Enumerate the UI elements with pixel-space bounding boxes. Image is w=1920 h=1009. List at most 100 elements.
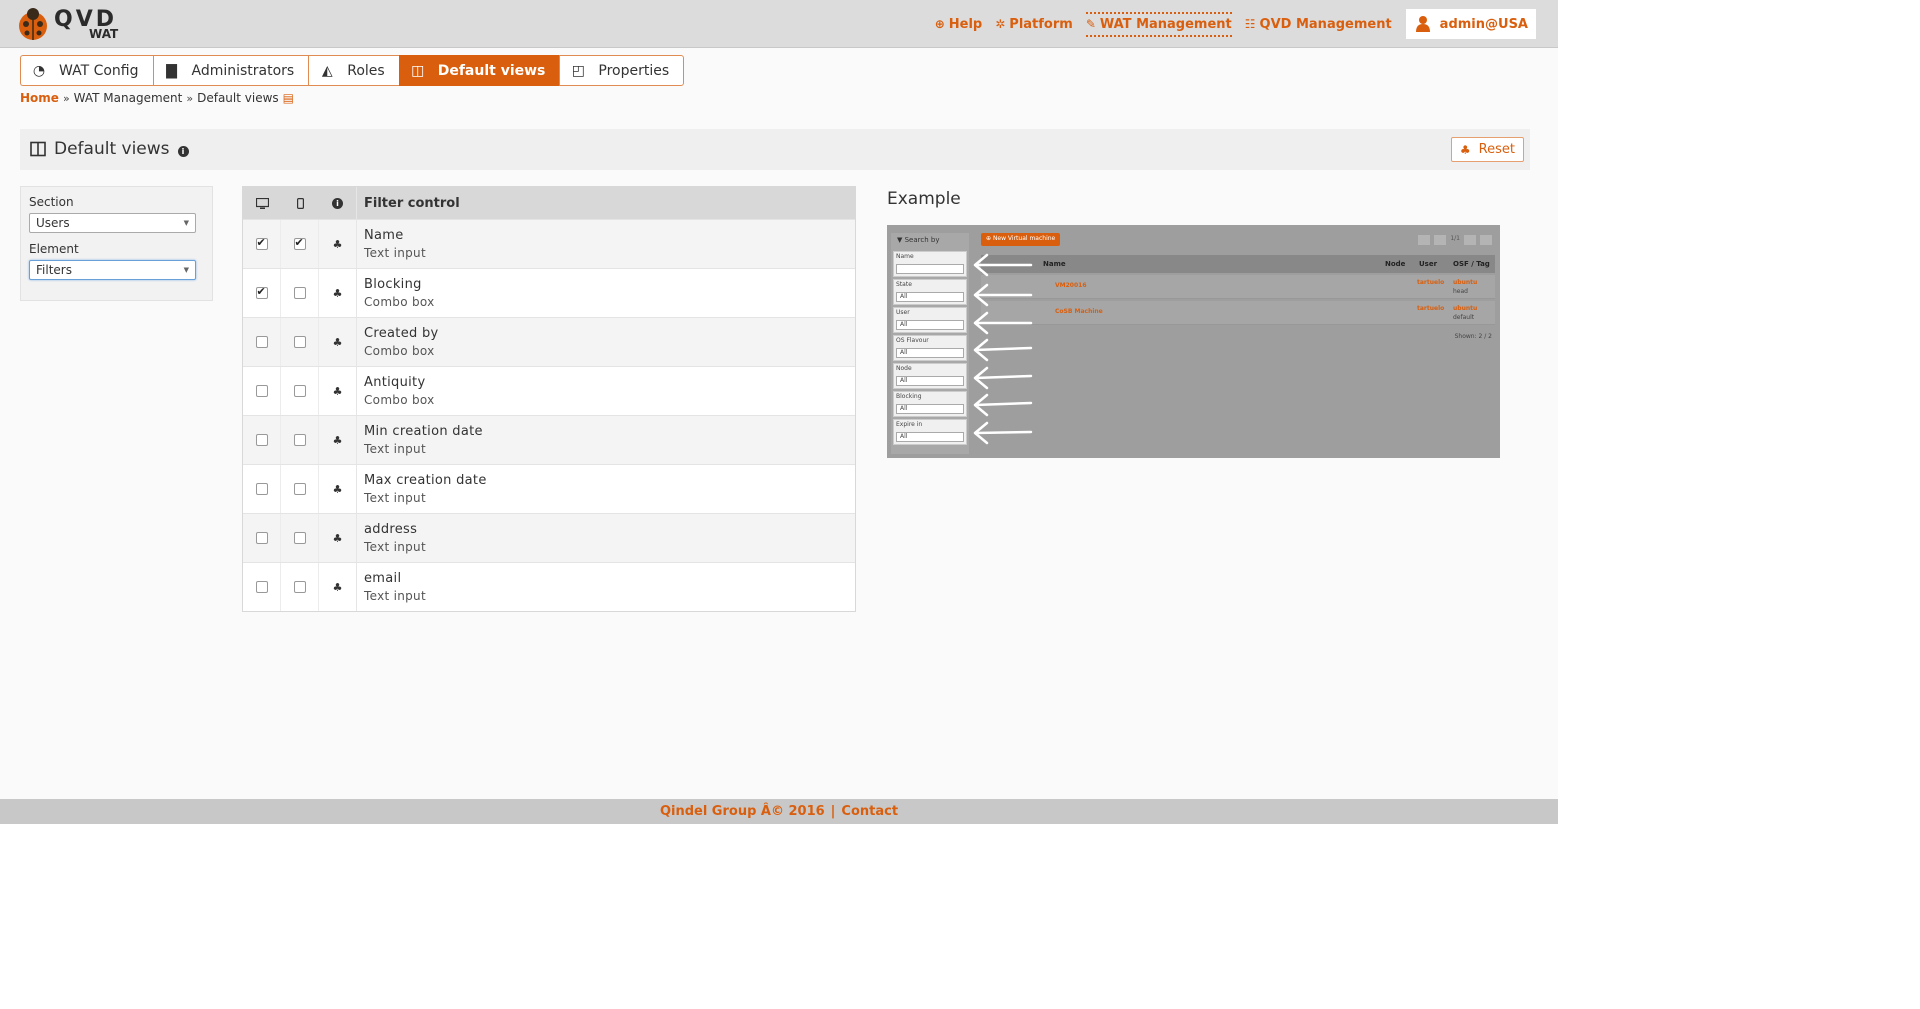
example-sidebar: ▼ Search by Name State All User All OS Flavou… (891, 233, 969, 454)
table-body: ♣ Name Text input ♣ Blocking Combo box ♣ Create… (243, 219, 855, 611)
example-arrows (973, 253, 1033, 445)
tab-properties[interactable]: ◰ Properties (559, 55, 685, 86)
desktop-checkbox[interactable] (255, 581, 268, 593)
mobile-checkbox[interactable] (293, 336, 306, 348)
mobile-cell (281, 465, 319, 513)
caret-down-icon: ▼ (183, 266, 189, 274)
filter-control-cell: Antiquity Combo box (357, 375, 855, 407)
mobile-checkbox[interactable] (293, 434, 306, 446)
example-search-by: ▼ Search by (897, 236, 940, 244)
tab-roles[interactable]: ◭ Roles (308, 55, 399, 86)
caret-down-icon: ▼ (183, 219, 189, 227)
tab-administrators[interactable]: ▇ Administrators (152, 55, 309, 86)
logo-subtext: WAT (89, 27, 119, 41)
mobile-checkbox[interactable] (293, 287, 306, 299)
table-header: i Filter control (243, 187, 855, 219)
table-row: ♣ Name Text input (243, 219, 855, 268)
reset-button[interactable]: ♣ Reset (1450, 137, 1524, 162)
info-cell: ♣ (319, 465, 357, 513)
wrench-icon: ✎ (1085, 17, 1096, 31)
sitemap-icon: ♣ (332, 482, 343, 496)
desktop-cell (243, 367, 281, 415)
desktop-checkbox[interactable] (255, 483, 268, 495)
example-pager-prev (1434, 235, 1447, 245)
nav-help[interactable]: ⊕ Help (935, 14, 983, 35)
book-icon[interactable]: ▤ (283, 91, 294, 105)
footer-contact-link[interactable]: Contact (841, 804, 898, 819)
tab-administrators-label: Administrators (191, 62, 295, 79)
desktop-cell (243, 269, 281, 317)
nav-platform[interactable]: ✲ Platform (995, 14, 1073, 35)
nav-wat-management[interactable]: ✎ WAT Management (1085, 11, 1232, 37)
example-search-by-label: Search by (904, 236, 940, 244)
desktop-checkbox[interactable] (255, 385, 268, 397)
filter-control-cell: address Text input (357, 522, 855, 554)
desktop-checkbox[interactable] (255, 236, 268, 250)
tab-roles-label: Roles (347, 62, 385, 79)
filter-name: address (364, 522, 418, 537)
example-field-label: State (896, 281, 912, 288)
example-col-user: User (1419, 260, 1438, 268)
tab-wat-config[interactable]: ◔ WAT Config (20, 55, 153, 86)
example-field-label: Blocking (896, 393, 922, 400)
filter-type: Combo box (364, 393, 435, 407)
filter-type: Text input (364, 540, 426, 554)
breadcrumb-section[interactable]: WAT Management (74, 91, 183, 105)
filter-control-cell: email Text input (357, 571, 855, 603)
example-field: Node All (893, 363, 967, 389)
example-row: VM20016 tartuelo ubuntu head (981, 275, 1495, 299)
example-field-select: All (896, 432, 964, 442)
desktop-checkbox[interactable] (255, 434, 268, 446)
filter-type: Combo box (364, 344, 435, 358)
qvd-logo[interactable]: QVD WAT (16, 5, 126, 43)
example-field: Name (893, 251, 967, 277)
reset-button-label: Reset (1478, 142, 1515, 157)
example-field-select: All (896, 404, 964, 414)
example-field-select: All (896, 320, 964, 330)
element-select-value: Filters (36, 263, 72, 277)
example-row: CoSB Machine tartuelo ubuntu default (981, 301, 1495, 325)
mobile-checkbox[interactable] (293, 236, 306, 250)
nav-qvd-management[interactable]: ☷ QVD Management (1245, 14, 1392, 35)
desktop-checkbox[interactable] (255, 336, 268, 348)
section-select[interactable]: Users ▼ (29, 213, 196, 233)
sitemap-icon: ♣ (332, 237, 343, 251)
table-row: ♣ address Text input (243, 513, 855, 562)
desktop-cell (243, 220, 281, 268)
footer-company: Qindel Group Â© 2016 (659, 804, 825, 819)
nav-help-label: Help (948, 16, 983, 32)
page-title: Default views i (30, 139, 189, 159)
desktop-checkbox[interactable] (255, 532, 268, 544)
filter-type: Text input (364, 491, 426, 505)
mobile-icon (296, 197, 304, 209)
filter-control-cell: Min creation date Text input (357, 424, 855, 456)
info-cell: ♣ (319, 318, 357, 366)
table-row: ♣ Blocking Combo box (243, 268, 855, 317)
example-field: Blocking All (893, 391, 967, 417)
tab-wat-config-label: WAT Config (59, 62, 139, 79)
element-select[interactable]: Filters ▼ (29, 260, 196, 280)
tab-default-views-label: Default views (437, 62, 546, 79)
desktop-checkbox[interactable] (255, 285, 268, 299)
filter-name: Antiquity (364, 375, 426, 390)
mobile-checkbox[interactable] (293, 581, 306, 593)
info-icon[interactable]: i (177, 145, 189, 157)
mobile-checkbox[interactable] (293, 532, 306, 544)
mobile-checkbox[interactable] (293, 385, 306, 397)
sitemap-icon: ♣ (1459, 142, 1471, 157)
chevron-right-icon: » (186, 91, 194, 105)
breadcrumb-home[interactable]: Home (20, 91, 59, 105)
example-pager-next (1464, 235, 1476, 245)
filter-name: email (364, 571, 402, 586)
user-menu[interactable]: admin@USA (1405, 9, 1536, 39)
footer-separator: | (830, 804, 836, 819)
desktop-cell (243, 563, 281, 611)
example-new-button-label: New Virtual machine (992, 235, 1056, 242)
tab-default-views[interactable]: ◫ Default views (398, 55, 560, 86)
mobile-checkbox[interactable] (293, 483, 306, 495)
filter-control-cell: Name Text input (357, 228, 855, 260)
tab-properties-label: Properties (598, 62, 670, 79)
example-field: State All (893, 279, 967, 305)
sitemap-icon: ♣ (332, 531, 343, 545)
filter-type: Text input (364, 246, 426, 260)
